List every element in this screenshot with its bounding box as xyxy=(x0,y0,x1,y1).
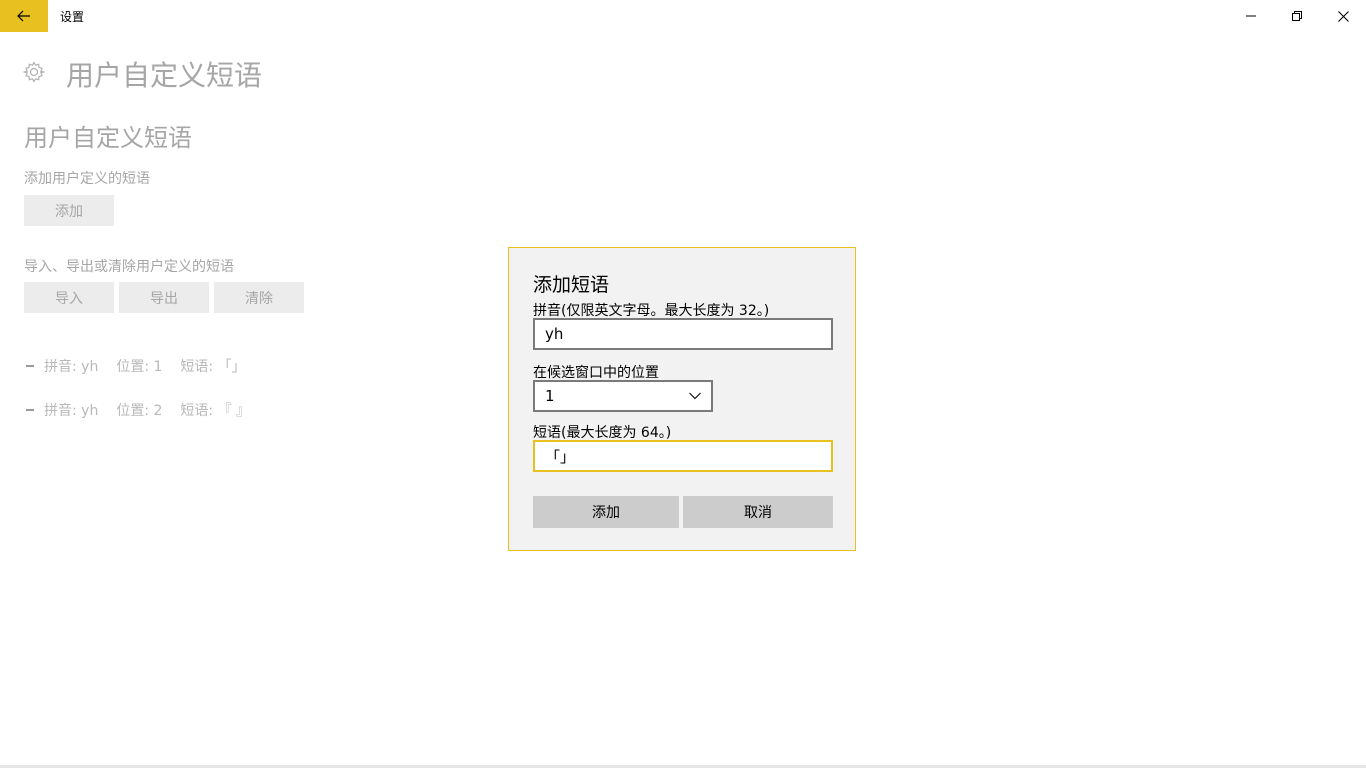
settings-window: 设置 用户自定义短语 用户自定义短语 添加用户定义的短语 添加 导入、导出或清除… xyxy=(0,0,1366,768)
phrase-list-item[interactable]: 拼音: yh 位置: 2 短语: 『 』 xyxy=(24,400,268,420)
dialog-cancel-button[interactable]: 取消 xyxy=(683,496,833,528)
minimize-button[interactable] xyxy=(1228,0,1274,32)
clear-button[interactable]: 清除 xyxy=(214,282,304,313)
position-dropdown-value: 1 xyxy=(545,387,555,405)
manage-description: 导入、导出或清除用户定义的短语 xyxy=(24,259,234,275)
remove-dash-icon xyxy=(26,365,34,367)
dialog-add-button[interactable]: 添加 xyxy=(533,496,679,528)
section-title: 用户自定义短语 xyxy=(24,124,192,152)
position-dropdown[interactable]: 1 xyxy=(533,380,713,412)
phrase-pinyin: 拼音: yh xyxy=(44,359,99,375)
add-phrase-dialog: 添加短语 拼音(仅限英文字母。最大长度为 32。) yh 在候选窗口中的位置 1… xyxy=(508,247,856,551)
window-title: 设置 xyxy=(60,10,85,24)
back-arrow-icon xyxy=(17,10,30,22)
phrase-position: 位置: 2 xyxy=(116,403,163,419)
phrase-pinyin: 拼音: yh xyxy=(44,403,99,419)
phrase-position: 位置: 1 xyxy=(116,359,163,375)
pinyin-label: 拼音(仅限英文字母。最大长度为 32。) xyxy=(533,303,770,319)
minimize-icon xyxy=(1246,15,1256,17)
import-button[interactable]: 导入 xyxy=(24,282,114,313)
restore-icon xyxy=(1292,11,1302,21)
dialog-title: 添加短语 xyxy=(533,274,610,296)
back-button[interactable] xyxy=(0,0,48,32)
phrase-text: 短语: 『 』 xyxy=(180,403,251,419)
phrase-label: 短语(最大长度为 64。) xyxy=(533,425,672,441)
add-description: 添加用户定义的短语 xyxy=(24,171,150,187)
phrase-list-item[interactable]: 拼音: yh 位置: 1 短语: 「」 xyxy=(24,356,264,376)
chevron-down-icon xyxy=(689,392,701,400)
add-phrase-button[interactable]: 添加 xyxy=(24,195,114,226)
page-title: 用户自定义短语 xyxy=(66,59,263,92)
phrase-text: 短语: 「」 xyxy=(180,359,246,375)
close-button[interactable] xyxy=(1320,0,1366,32)
pinyin-input-value: yh xyxy=(545,325,564,343)
close-icon xyxy=(1337,10,1349,22)
pinyin-input[interactable]: yh xyxy=(533,318,833,350)
phrase-input-value: 「」 xyxy=(545,447,576,466)
export-button[interactable]: 导出 xyxy=(119,282,209,313)
remove-dash-icon xyxy=(26,409,34,411)
restore-button[interactable] xyxy=(1274,0,1320,32)
position-label: 在候选窗口中的位置 xyxy=(533,365,659,381)
phrase-input[interactable]: 「」 xyxy=(533,440,833,472)
title-bar: 设置 xyxy=(0,0,1366,32)
gear-icon xyxy=(22,61,46,83)
